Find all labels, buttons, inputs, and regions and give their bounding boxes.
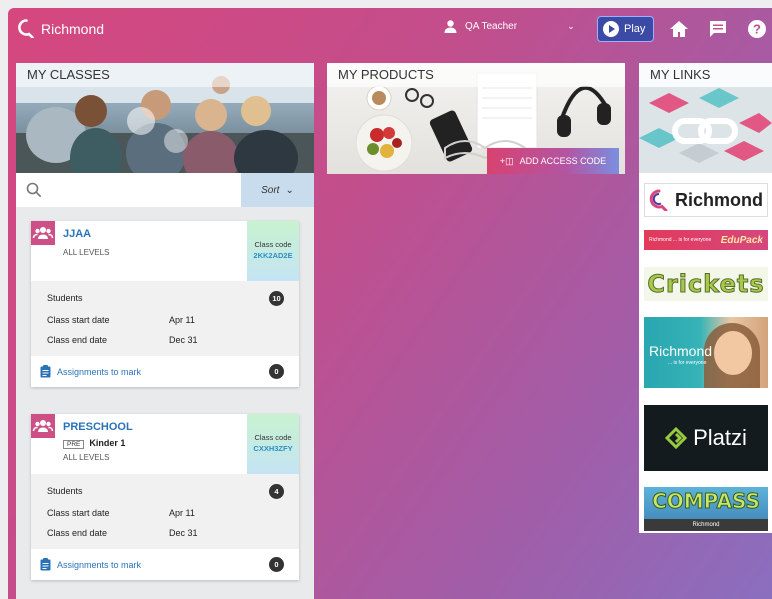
assignments-label[interactable]: Assignments to mark bbox=[57, 560, 141, 570]
link-richmond-label: Richmond bbox=[675, 189, 763, 210]
classes-title: MY CLASSES bbox=[16, 63, 314, 87]
link-edupack-logo: EduPack bbox=[720, 234, 763, 246]
class-card-details: Students 4 Class start date Apr 11 Class… bbox=[31, 474, 299, 549]
chevron-down-icon[interactable]: ⌄ bbox=[567, 21, 575, 32]
class-search-input[interactable] bbox=[48, 179, 232, 203]
user-menu[interactable]: QA Teacher ⌄ bbox=[444, 20, 575, 33]
start-date-value: Apr 11 bbox=[169, 315, 195, 325]
assignments-count-badge: 0 bbox=[269, 364, 284, 379]
play-button[interactable]: Play bbox=[597, 16, 654, 42]
level-row: PRE Kinder 1 bbox=[63, 438, 125, 449]
link-richmond[interactable]: Richmond bbox=[644, 183, 768, 217]
class-code-value: 2KK2AD2E bbox=[253, 251, 293, 260]
students-count-badge: 10 bbox=[269, 291, 284, 306]
chevron-down-icon: ⌄ bbox=[285, 184, 294, 196]
svg-text:?: ? bbox=[753, 22, 761, 37]
platzi-logo-icon bbox=[665, 427, 688, 449]
link-platzi[interactable]: Platzi bbox=[644, 405, 768, 471]
end-date-value: Dec 31 bbox=[169, 335, 198, 345]
class-code-value: CXXH3ZFY bbox=[253, 444, 293, 453]
link-compass[interactable]: COMPASS Richmond bbox=[644, 487, 768, 531]
assignments-row[interactable]: Assignments to mark 0 bbox=[31, 356, 299, 387]
user-name: QA Teacher bbox=[465, 21, 518, 32]
class-levels: ALL LEVELS bbox=[63, 453, 110, 462]
richmond-logo-icon bbox=[649, 189, 668, 211]
start-date-label: Class start date bbox=[47, 508, 110, 518]
assignments-label[interactable]: Assignments to mark bbox=[57, 367, 141, 377]
class-code-label: Class code bbox=[254, 433, 292, 442]
class-card[interactable]: JJAA ALL LEVELS Class code 2KK2AD2E Stud… bbox=[31, 221, 299, 387]
brand-name: Richmond bbox=[41, 20, 105, 37]
assignments-count-badge: 0 bbox=[269, 557, 284, 572]
sort-button[interactable]: Sort ⌄ bbox=[241, 173, 314, 207]
students-count-badge: 4 bbox=[269, 484, 284, 499]
link-crickets[interactable]: Crickets bbox=[644, 267, 768, 301]
link-edupack-label: Richmond ... is for everyone bbox=[649, 237, 712, 243]
class-card-details: Students 10 Class start date Apr 11 Clas… bbox=[31, 281, 299, 356]
link-richmond-everyone-label: Richmond bbox=[649, 343, 713, 359]
class-code-box: Class code CXXH3ZFY bbox=[247, 414, 299, 474]
assignments-row[interactable]: Assignments to mark 0 bbox=[31, 549, 299, 580]
classes-panel: MY CLASSES Sort ⌄ JJAA ALL LEVELS Class … bbox=[16, 63, 314, 599]
app-window: Richmond QA Teacher ⌄ Play ? MY CLASSES … bbox=[8, 8, 772, 599]
class-search-row: Sort ⌄ bbox=[16, 173, 314, 207]
class-code-box: Class code 2KK2AD2E bbox=[247, 221, 299, 281]
class-card[interactable]: PRESCHOOL PRE Kinder 1 ALL LEVELS Class c… bbox=[31, 414, 299, 580]
class-name[interactable]: PRESCHOOL bbox=[63, 421, 133, 433]
start-date-label: Class start date bbox=[47, 315, 110, 325]
chat-icon[interactable] bbox=[708, 19, 728, 39]
class-card-header: PRESCHOOL PRE Kinder 1 ALL LEVELS Class c… bbox=[31, 414, 299, 474]
products-panel: MY PRODUCTS +◫ ADD ACCESS CODE bbox=[327, 63, 625, 174]
class-card-header: JJAA ALL LEVELS Class code 2KK2AD2E bbox=[31, 221, 299, 281]
end-date-value: Dec 31 bbox=[169, 528, 198, 538]
clipboard-icon bbox=[40, 365, 51, 378]
classes-photo: MY CLASSES bbox=[16, 63, 314, 173]
link-crickets-label: Crickets bbox=[647, 270, 765, 299]
links-title: MY LINKS bbox=[639, 63, 772, 87]
students-label: Students bbox=[47, 293, 83, 303]
students-label: Students bbox=[47, 486, 83, 496]
start-date-value: Apr 11 bbox=[169, 508, 195, 518]
level-name: Kinder 1 bbox=[89, 438, 126, 448]
search-icon bbox=[26, 182, 42, 198]
class-code-label: Class code bbox=[254, 240, 292, 249]
products-title: MY PRODUCTS bbox=[327, 63, 625, 87]
end-date-label: Class end date bbox=[47, 528, 108, 538]
links-panel: MY LINKS Richmond Richmond ... is for ev… bbox=[639, 63, 772, 533]
top-bar: Richmond QA Teacher ⌄ Play ? bbox=[8, 8, 772, 50]
link-compass-label: COMPASS bbox=[652, 489, 761, 514]
add-access-code-label: ADD ACCESS CODE bbox=[519, 156, 607, 166]
play-label: Play bbox=[624, 23, 646, 35]
play-icon bbox=[603, 21, 619, 37]
help-icon[interactable]: ? bbox=[747, 19, 767, 39]
group-icon bbox=[31, 221, 55, 245]
add-code-icon: +◫ bbox=[499, 155, 514, 166]
sort-label: Sort bbox=[261, 184, 280, 196]
end-date-label: Class end date bbox=[47, 335, 108, 345]
add-access-code-button[interactable]: +◫ ADD ACCESS CODE bbox=[487, 148, 619, 174]
richmond-logo-icon bbox=[18, 19, 34, 38]
link-edupack[interactable]: Richmond ... is for everyone EduPack bbox=[644, 230, 768, 250]
link-richmond-everyone[interactable]: Richmond ... is for everyone bbox=[644, 317, 768, 388]
group-icon bbox=[31, 414, 55, 438]
brand-logo[interactable]: Richmond bbox=[18, 19, 104, 38]
link-platzi-label: Platzi bbox=[693, 425, 747, 450]
level-tag: PRE bbox=[63, 440, 85, 449]
home-icon[interactable] bbox=[669, 19, 689, 39]
user-icon bbox=[444, 20, 457, 33]
link-richmond-everyone-tagline: ... is for everyone bbox=[668, 360, 707, 366]
class-levels: ALL LEVELS bbox=[63, 248, 110, 257]
class-name[interactable]: JJAA bbox=[63, 228, 91, 240]
link-compass-sub: Richmond bbox=[644, 519, 768, 531]
person-face bbox=[714, 331, 752, 375]
clipboard-icon bbox=[40, 558, 51, 571]
